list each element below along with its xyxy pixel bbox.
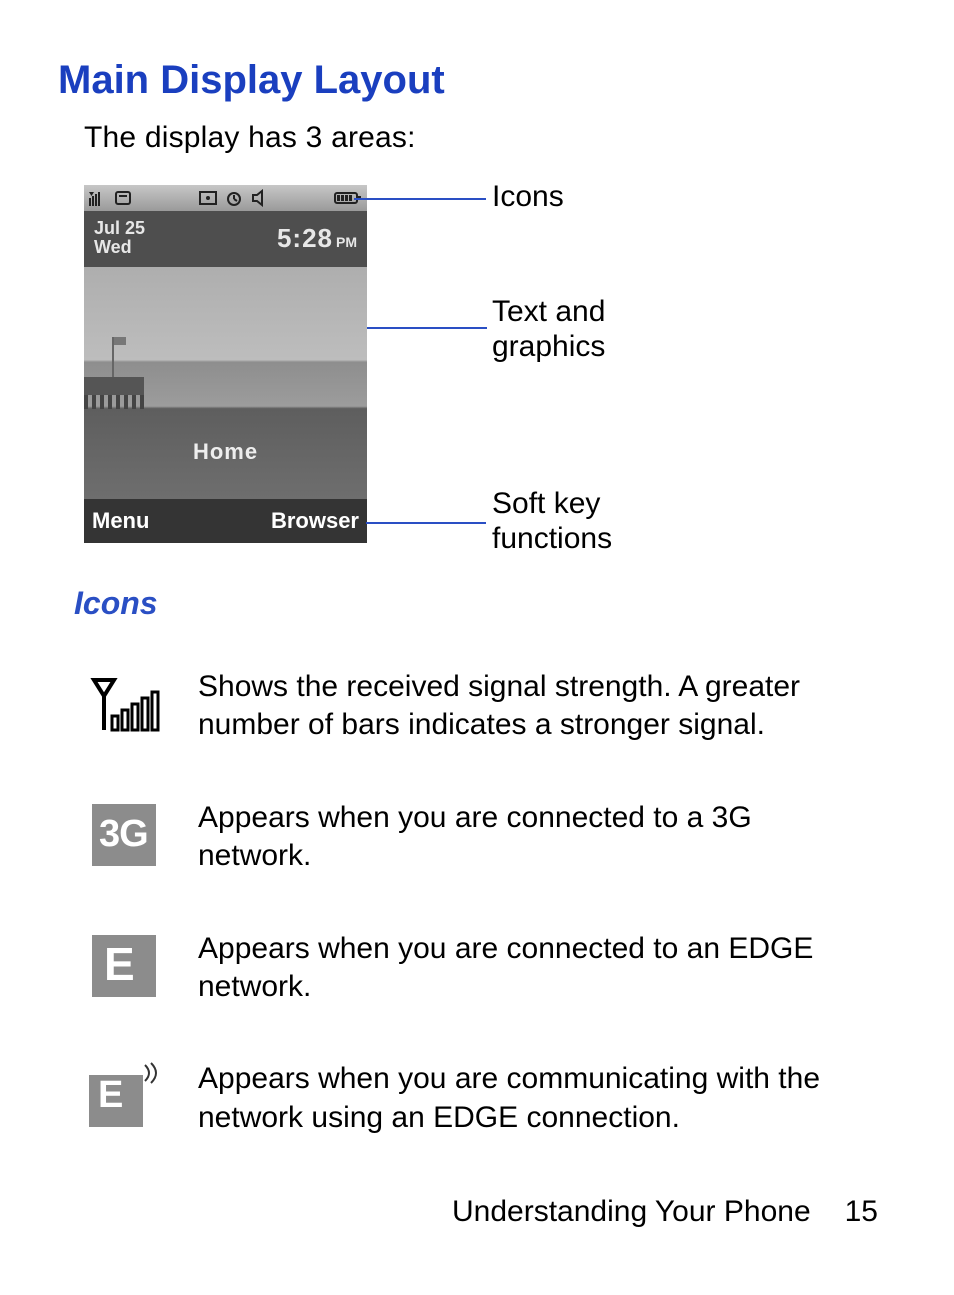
wallpaper-area: Home: [84, 267, 367, 499]
time-text: 5:28: [277, 223, 333, 253]
status-bar: [84, 185, 367, 211]
alarm-icon: [224, 189, 244, 207]
icon-description: Appears when you are connected to an EDG…: [198, 930, 838, 1007]
page-title: Main Display Layout: [58, 58, 894, 103]
home-label: Home: [193, 439, 258, 465]
callout-line: [354, 198, 486, 200]
edge-network-icon: E: [84, 930, 164, 1002]
signal-strength-icon: [84, 668, 164, 740]
callout-line: [366, 522, 486, 524]
softkey-left: Menu: [92, 508, 149, 534]
callout-icons: Icons: [492, 180, 564, 215]
page-number: 15: [845, 1195, 878, 1229]
icon-definitions: Shows the received signal strength. A gr…: [84, 668, 894, 1137]
icon-row: E Appears when you are communicating wit…: [84, 1060, 894, 1137]
callout-line: [367, 327, 487, 329]
phone-screen-mock: Jul 25 Wed 5:28PM Home Menu Browser: [84, 185, 367, 543]
icon-row: E Appears when you are connected to an E…: [84, 930, 894, 1007]
sound-icon: [250, 189, 270, 207]
footer-section: Understanding Your Phone: [452, 1195, 811, 1229]
icon-row: 3G Appears when you are connected to a 3…: [84, 799, 894, 876]
day-text: Wed: [94, 238, 145, 257]
display-diagram: Jul 25 Wed 5:28PM Home Menu Browser Icon…: [84, 185, 894, 555]
intro-text: The display has 3 areas:: [84, 121, 894, 155]
edge-active-icon: E: [84, 1060, 164, 1132]
3g-network-icon: 3G: [84, 799, 164, 871]
icon-row: Shows the received signal strength. A gr…: [84, 668, 894, 745]
signal-icon: [88, 189, 108, 207]
callout-softkey: Soft key functions: [492, 487, 612, 556]
icon-description: Appears when you are communicating with …: [198, 1060, 838, 1137]
date-text: Jul 25: [94, 219, 145, 238]
softkey-bar: Menu Browser: [84, 499, 367, 543]
card-icon: [114, 189, 134, 207]
callout-text-graphics: Text and graphics: [492, 295, 605, 364]
softkey-right: Browser: [271, 508, 359, 534]
ampm-text: PM: [336, 234, 357, 250]
icon-description: Shows the received signal strength. A gr…: [198, 668, 838, 745]
icon-description: Appears when you are connected to a 3G n…: [198, 799, 838, 876]
date-time-bar: Jul 25 Wed 5:28PM: [84, 211, 367, 267]
message-icon: [198, 189, 218, 207]
icons-subheading: Icons: [74, 585, 894, 622]
page-footer: Understanding Your Phone 15: [452, 1195, 878, 1229]
